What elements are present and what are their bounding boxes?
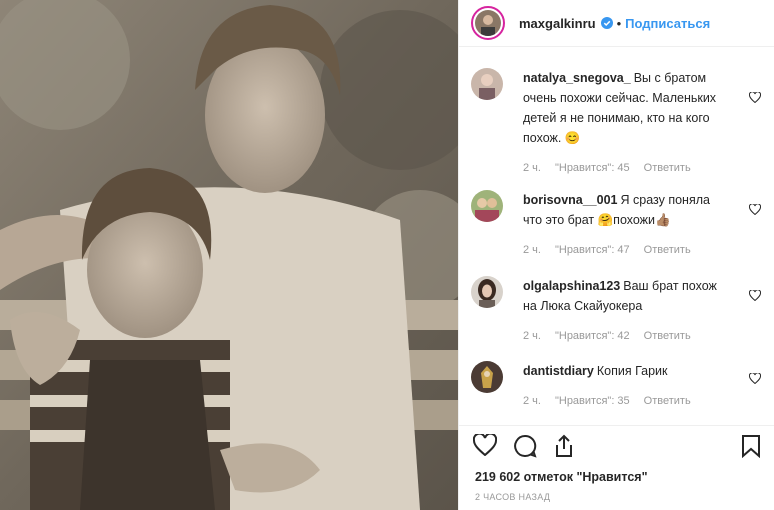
- reply-button[interactable]: Ответить: [644, 326, 691, 346]
- author-username[interactable]: maxgalkinru: [519, 16, 596, 31]
- commenter-username[interactable]: dantistdiary: [523, 364, 594, 378]
- comment-text: Копия Гарик: [596, 364, 668, 378]
- commenter-avatar[interactable]: [471, 68, 503, 100]
- comment-likes[interactable]: "Нравится": 35: [555, 391, 630, 411]
- post-photo-image: [0, 0, 458, 510]
- bookmark-icon[interactable]: [741, 434, 761, 463]
- likes-count[interactable]: 219 602 отметок "Нравится": [475, 470, 648, 484]
- heart-icon[interactable]: [748, 90, 762, 108]
- post-actions: [472, 430, 761, 463]
- follow-button[interactable]: Подписаться: [625, 16, 710, 31]
- comment-icon[interactable]: [513, 434, 537, 463]
- author-avatar[interactable]: [471, 6, 505, 40]
- verified-badge-icon: [600, 17, 613, 29]
- heart-icon[interactable]: [748, 288, 762, 306]
- comment-likes[interactable]: "Нравится": 45: [555, 158, 630, 178]
- reply-button[interactable]: Ответить: [644, 158, 691, 178]
- header-separator: •: [616, 15, 622, 31]
- post-header: maxgalkinru • Подписаться: [459, 0, 774, 47]
- comment-time[interactable]: 2 ч.: [523, 391, 541, 411]
- post-sidebar: maxgalkinru • Подписаться natalya_snegov…: [458, 0, 774, 510]
- like-heart-icon[interactable]: [472, 432, 498, 461]
- commenter-username[interactable]: borisovna__001: [523, 193, 618, 207]
- commenter-avatar[interactable]: [471, 361, 503, 393]
- actions-divider: [459, 425, 774, 426]
- reply-button[interactable]: Ответить: [644, 391, 691, 411]
- share-icon[interactable]: [553, 434, 575, 463]
- post-timestamp[interactable]: 2 ЧАСОВ НАЗАД: [475, 492, 550, 502]
- comment-likes[interactable]: "Нравится": 47: [555, 240, 630, 260]
- comment-likes[interactable]: "Нравится": 42: [555, 326, 630, 346]
- heart-icon[interactable]: [748, 202, 762, 220]
- commenter-avatar[interactable]: [471, 276, 503, 308]
- comment-time[interactable]: 2 ч.: [523, 158, 541, 178]
- commenter-avatar[interactable]: [471, 190, 503, 222]
- post-photo[interactable]: [0, 0, 458, 510]
- comment-time[interactable]: 2 ч.: [523, 240, 541, 260]
- heart-icon[interactable]: [748, 371, 762, 389]
- commenter-username[interactable]: olgalapshina123: [523, 279, 620, 293]
- comment-time[interactable]: 2 ч.: [523, 326, 541, 346]
- commenter-username[interactable]: natalya_snegova_: [523, 71, 631, 85]
- reply-button[interactable]: Ответить: [644, 240, 691, 260]
